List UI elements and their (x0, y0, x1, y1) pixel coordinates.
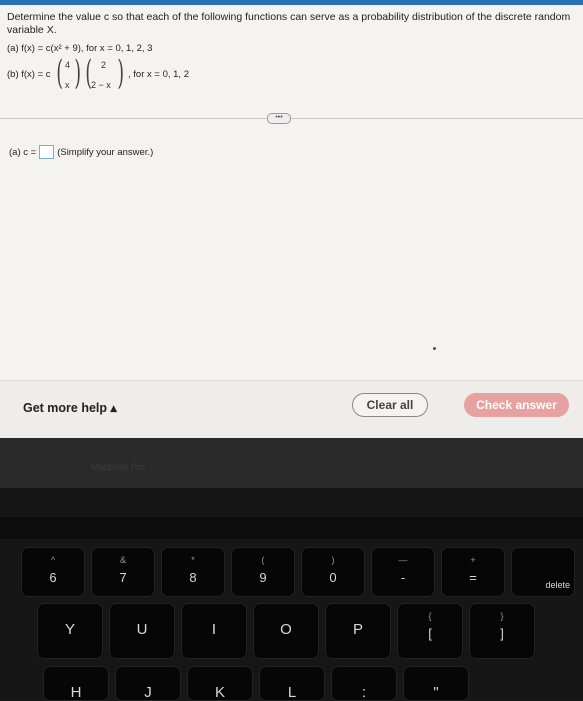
clear-all-button[interactable]: Clear all (352, 393, 428, 417)
key-label: 9 (259, 570, 267, 585)
key--r1k6[interactable]: }] (470, 604, 534, 658)
answer-label: (a) c = (9, 146, 37, 158)
key-label: H (70, 684, 82, 701)
key-l-r2k3[interactable]: L (260, 667, 324, 701)
key-label: 7 (119, 570, 127, 585)
key--r0k5[interactable]: — - (372, 548, 434, 596)
get-more-help-button[interactable]: Get more help ▴ (23, 400, 117, 415)
binom2-top: 2 (101, 60, 107, 70)
key-label: " (433, 684, 439, 701)
key-label: delete (545, 580, 570, 590)
key-label: P (352, 621, 363, 638)
binom2-bottom: 2 − x (91, 80, 111, 90)
key-label: ] (500, 626, 504, 641)
key-label: U (136, 621, 148, 638)
key-shift-label: — (398, 555, 408, 565)
key-label: I (211, 621, 217, 638)
answer-row: (a) c = (Simplify your answer.) (9, 145, 153, 159)
binom2-right-paren: ) (117, 53, 124, 93)
key-delete-r0k7[interactable]: delete (512, 548, 574, 596)
key-u-r1k1[interactable]: U (110, 604, 174, 658)
key-label: 8 (189, 570, 197, 585)
key-i-r1k2[interactable]: I (182, 604, 246, 658)
question-text: Determine the value c so that each of th… (7, 11, 571, 36)
key-label: 6 (49, 570, 57, 585)
key-7-r0k1[interactable]: & 7 (92, 548, 154, 596)
key--r0k6[interactable]: + = (442, 548, 504, 596)
key-label: O (280, 621, 292, 638)
top-accent-bar (0, 0, 583, 5)
key-p-r1k4[interactable]: P (326, 604, 390, 658)
key--r2k5[interactable]: " (404, 667, 468, 701)
binom1-top: 4 (65, 60, 71, 70)
key-shift-label: & (119, 555, 126, 565)
binom1-bottom: x (65, 80, 70, 90)
touch-bar (0, 517, 583, 539)
laptop-bezel (0, 438, 583, 488)
question-part-b-prefix: (b) f(x) = c (7, 69, 51, 80)
key-label: J (144, 684, 152, 701)
expand-more-button[interactable]: ••• (267, 113, 291, 124)
key-8-r0k2[interactable]: * 8 (162, 548, 224, 596)
key-label: = (469, 570, 477, 585)
key-label: - (400, 570, 406, 585)
key-9-r0k3[interactable]: (9 (232, 548, 294, 596)
browser-screen: Determine the value c so that each of th… (0, 0, 583, 438)
key-h-r2k0[interactable]: H (44, 667, 108, 701)
key-k-r2k2[interactable]: K (188, 667, 252, 701)
key-y-r1k0[interactable]: Y (38, 604, 102, 658)
answer-hint: (Simplify your answer.) (57, 146, 154, 158)
key-j-r2k1[interactable]: J (116, 667, 180, 701)
laptop-model-label: MacBook Pro (91, 462, 146, 472)
key-label: [ (428, 626, 432, 641)
key-0-r0k4[interactable]: ) 0 (302, 548, 364, 596)
check-answer-button[interactable]: Check answer (464, 393, 569, 417)
key-label: K (214, 684, 225, 701)
key-shift-label: } (500, 611, 504, 621)
key--r1k5[interactable]: {[ (398, 604, 462, 658)
key-shift-label: ( (261, 555, 265, 565)
mouse-cursor-dot (433, 347, 436, 350)
key--r2k4[interactable]: : (332, 667, 396, 701)
key-label: 0 (329, 570, 337, 585)
binom1-right-paren: ) (74, 53, 81, 93)
key-shift-label: ^ (50, 555, 56, 565)
key-shift-label: * (191, 555, 195, 565)
binom1-left-paren: ( (56, 53, 63, 93)
key-shift-label: + (470, 555, 476, 565)
key-shift-label: { (428, 611, 432, 621)
key-shift-label: ) (331, 555, 335, 565)
key-o-r1k3[interactable]: O (254, 604, 318, 658)
answer-input[interactable] (39, 145, 55, 159)
key-6-r0k0[interactable]: ^ 6 (22, 548, 84, 596)
key-label: Y (64, 621, 75, 638)
divider (0, 118, 583, 119)
key-label: : (361, 684, 367, 701)
key-label: L (287, 684, 297, 701)
question-part-b-suffix: , for x = 0, 1, 2 (128, 69, 189, 80)
